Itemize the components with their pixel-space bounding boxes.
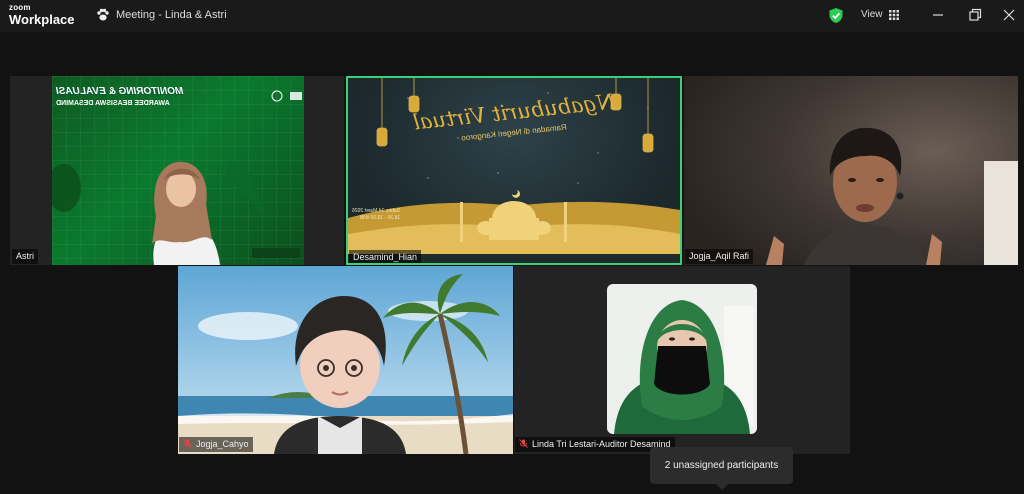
mic-off-icon bbox=[183, 439, 192, 448]
title-bar: zoom Workplace Meeting - Linda & Astri V… bbox=[0, 0, 1024, 32]
participant-name: Jogja_Cahyo bbox=[179, 437, 253, 452]
restore-button[interactable] bbox=[965, 6, 985, 24]
minimize-icon bbox=[933, 14, 943, 16]
view-button[interactable]: View bbox=[861, 9, 899, 20]
close-button[interactable] bbox=[999, 6, 1019, 24]
app-logo-line1: zoom bbox=[9, 3, 31, 12]
meeting-title-text: Meeting - Linda & Astri bbox=[116, 9, 227, 21]
mic-off-icon bbox=[519, 439, 528, 448]
banner-date-text: Sabtu, 14 Maret 2026 bbox=[352, 208, 401, 214]
video-tile-jogja-aqil-rafi[interactable]: Jogja_Aqil Rafi bbox=[684, 76, 1018, 265]
video-tile-jogja-cahyo[interactable]: Jogja_Cahyo bbox=[178, 266, 513, 454]
meeting-title: Meeting - Linda & Astri bbox=[96, 8, 227, 22]
banner-date: Sabtu, 14 Maret 2026 16.30 - 18.00 WIB bbox=[352, 208, 400, 222]
video-tile-astri[interactable]: MONITORING & EVALUASI AWARDEE BEASISWA D… bbox=[10, 76, 344, 265]
app-logo-line2: Workplace bbox=[9, 12, 75, 27]
paw-icon bbox=[97, 8, 109, 21]
participant-name: Astri bbox=[12, 249, 38, 264]
virtual-background-banner: Ngabuburit Virtual Ramadan di Negeri Kan… bbox=[348, 78, 680, 263]
tooltip-text: 2 unassigned participants bbox=[664, 460, 779, 471]
minimize-button[interactable] bbox=[928, 6, 948, 24]
restore-icon bbox=[969, 8, 982, 21]
participant-name-text: Jogja_Cahyo bbox=[196, 439, 249, 449]
unassigned-participants-tooltip: 2 unassigned participants bbox=[650, 447, 793, 490]
banner-time-text: 16.30 - 18.00 WIB bbox=[359, 215, 401, 221]
view-label: View bbox=[861, 9, 883, 20]
shield-check-icon[interactable] bbox=[828, 7, 844, 24]
participant-video bbox=[607, 284, 757, 434]
video-tile-desamind-hian[interactable]: Ngabuburit Virtual Ramadan di Negeri Kan… bbox=[346, 76, 682, 265]
slide-subtitle: AWARDEE BEASISWA DESAMIND bbox=[56, 100, 170, 107]
participant-name: Jogja_Aqil Rafi bbox=[685, 249, 754, 264]
slide-title: MONITORING & EVALUASI bbox=[56, 86, 184, 97]
shared-slide: MONITORING & EVALUASI AWARDEE BEASISWA D… bbox=[52, 76, 304, 265]
participant-name: Desamind_Hian bbox=[349, 250, 422, 263]
close-icon bbox=[1003, 9, 1015, 21]
participant-name-text: Linda Tri Lestari-Auditor Desamind bbox=[532, 439, 671, 449]
video-tile-linda[interactable]: Linda Tri Lestari-Auditor Desamind bbox=[514, 266, 850, 454]
participant-video bbox=[684, 76, 1018, 265]
app-logo: zoom Workplace bbox=[9, 3, 75, 27]
grid-icon bbox=[888, 9, 899, 20]
participant-avatar-video bbox=[178, 266, 513, 454]
